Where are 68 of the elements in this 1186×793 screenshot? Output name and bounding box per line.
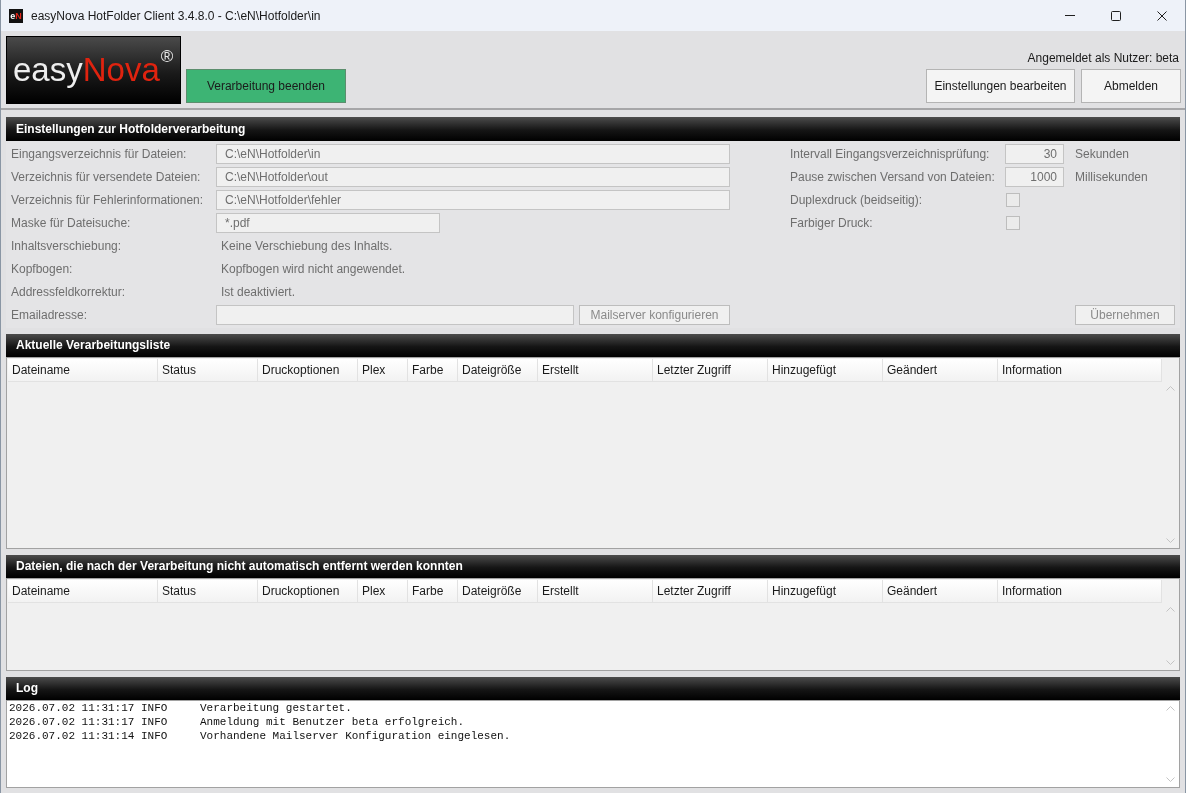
column-header[interactable]: Erstellt	[538, 580, 653, 602]
column-header[interactable]: Letzter Zugriff	[653, 359, 768, 381]
column-header[interactable]: Dateigröße	[458, 580, 538, 602]
unit-label: Sekunden	[1075, 147, 1130, 161]
column-header[interactable]: Geändert	[883, 359, 998, 381]
column-header[interactable]: Plex	[358, 580, 408, 602]
setting-label: Emailadresse:	[11, 308, 89, 322]
column-header[interactable]: Druckoptionen	[258, 580, 358, 602]
close-icon[interactable]	[1157, 10, 1167, 21]
log-message: Vorhandene Mailserver Konfiguration eingelesen.	[200, 729, 511, 743]
edit-settings-button[interactable]: Einstellungen bearbeiten	[926, 69, 1075, 103]
app-logo: eN	[9, 8, 23, 23]
setting-label: Maske für Dateisuche:	[11, 216, 132, 230]
column-header[interactable]: Geändert	[883, 580, 998, 602]
column-header[interactable]: Farbe	[408, 359, 458, 381]
column-header[interactable]: Dateigröße	[458, 359, 538, 381]
log-level: INFO	[141, 729, 168, 743]
column-header[interactable]: Status	[158, 580, 258, 602]
column-header[interactable]: Dateiname	[8, 580, 158, 602]
setting-label: Pause zwischen Versand von Dateien:	[790, 170, 996, 184]
log-timestamp: 2026.07.02 11:31:17	[9, 715, 135, 729]
setting-label: Addressfeldkorrektur:	[11, 285, 127, 299]
column-header[interactable]: Dateiname	[8, 359, 158, 381]
setting-value: Kopfbogen wird nicht angewendet.	[220, 262, 406, 276]
log-timestamp: 2026.07.02 11:31:17	[9, 701, 135, 715]
brand-logo: easyNova®	[6, 36, 181, 104]
stop-processing-button[interactable]: Verarbeitung beenden	[186, 69, 346, 103]
logged-in-user-label: Angemeldet als Nutzer: beta	[1027, 51, 1180, 65]
setting-label: Farbiger Druck:	[790, 216, 874, 230]
column-header[interactable]: Information	[998, 580, 1162, 602]
log-message: Verarbeitung gestartet.	[200, 701, 352, 715]
column-header[interactable]: Information	[998, 359, 1162, 381]
log-timestamp: 2026.07.02 11:31:14	[9, 729, 135, 743]
setting-label: Intervall Eingangsverzeichnisprüfung:	[790, 147, 991, 161]
column-header[interactable]: Letzter Zugriff	[653, 580, 768, 602]
setting-label: Verzeichnis für versendete Dateien:	[11, 170, 202, 184]
column-header[interactable]: Plex	[358, 359, 408, 381]
maximize-icon[interactable]	[1111, 10, 1121, 21]
chevron-up-icon[interactable]	[1166, 706, 1175, 711]
setting-label: Eingangsverzeichnis für Dateien:	[11, 147, 188, 161]
setting-value: Ist deaktiviert.	[220, 285, 296, 299]
setting-label: Inhaltsverschiebung:	[11, 239, 123, 253]
section-header: Log	[6, 677, 1180, 700]
log-level: INFO	[141, 701, 168, 715]
minimize-icon[interactable]	[1065, 15, 1075, 16]
logout-button[interactable]: Abmelden	[1081, 69, 1181, 103]
column-header[interactable]: Erstellt	[538, 359, 653, 381]
chevron-down-icon[interactable]	[1166, 538, 1175, 543]
setting-value: Keine Verschiebung des Inhalts.	[220, 239, 393, 253]
log-message: Anmeldung mit Benutzer beta erfolgreich.	[200, 715, 465, 729]
setting-label: Duplexdruck (beidseitig):	[790, 193, 924, 207]
chevron-up-icon[interactable]	[1166, 607, 1175, 612]
unit-label: Millisekunden	[1075, 170, 1148, 184]
window-title: easyNova HotFolder Client 3.4.8.0 - C:\eN\Hotfolder\in	[31, 8, 321, 23]
section-header: Aktuelle Verarbeitungsliste	[6, 334, 1180, 357]
column-header[interactable]: Hinzugefügt	[768, 359, 883, 381]
section-header: Einstellungen zur Hotfolderverarbeitung	[6, 117, 1180, 141]
column-header[interactable]: Hinzugefügt	[768, 580, 883, 602]
column-header[interactable]: Farbe	[408, 580, 458, 602]
column-header[interactable]: Status	[158, 359, 258, 381]
chevron-down-icon[interactable]	[1166, 777, 1175, 782]
setting-label: Kopfbogen:	[11, 262, 74, 276]
section-header: Dateien, die nach der Verarbeitung nicht automatisch entfernt werden konnten	[6, 555, 1180, 578]
setting-label: Verzeichnis für Fehlerinformationen:	[11, 193, 205, 207]
chevron-up-icon[interactable]	[1166, 386, 1175, 391]
chevron-down-icon[interactable]	[1166, 660, 1175, 665]
column-header[interactable]: Druckoptionen	[258, 359, 358, 381]
log-level: INFO	[141, 715, 168, 729]
